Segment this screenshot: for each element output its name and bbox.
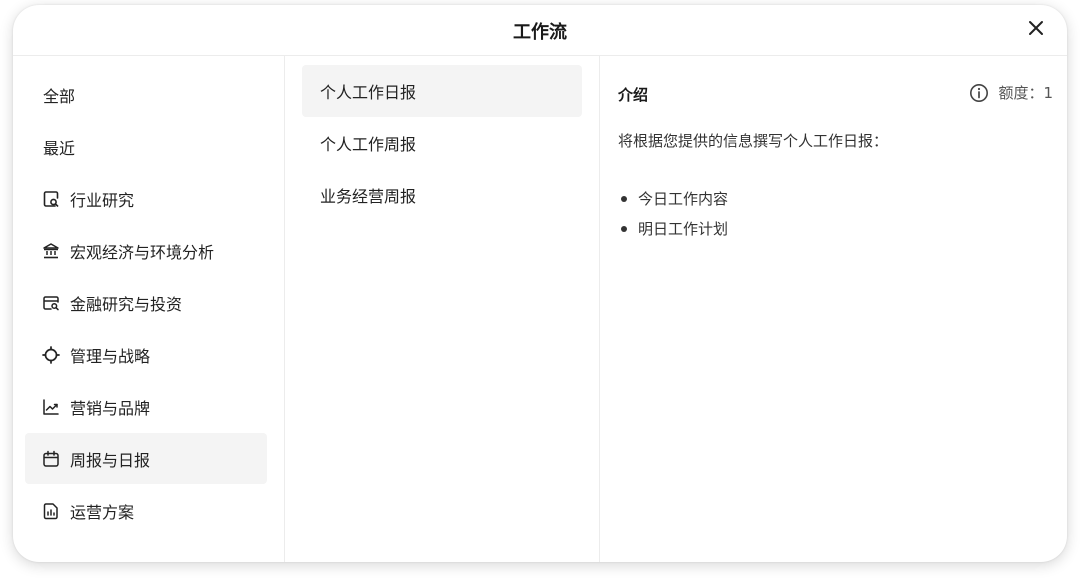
list-item: 明日工作计划 — [618, 214, 728, 244]
detail-bullet-list: 今日工作内容 明日工作计划 — [618, 184, 728, 244]
quota-text: 额度：1 — [998, 84, 1053, 102]
crosshair-icon — [42, 345, 60, 364]
category-item-operations-plan[interactable]: 运营方案 — [25, 485, 267, 536]
category-label: 周报与日报 — [70, 450, 151, 470]
workflow-item-personal-daily-report[interactable]: 个人工作日报 — [302, 65, 582, 117]
dialog-header: 工作流 — [13, 5, 1067, 56]
category-label: 营销与品牌 — [70, 398, 151, 418]
category-item-industry-research[interactable]: 行业研究 — [25, 173, 267, 224]
workflow-detail-panel: 介绍 额度：1 将根据您提供的信息撰写个人工作日报： 今日工作内容 明日工作计划 — [600, 56, 1067, 562]
info-icon[interactable] — [969, 83, 989, 103]
category-item-macro-economy[interactable]: 宏观经济与环境分析 — [25, 225, 267, 276]
detail-title: 介绍 — [618, 86, 649, 104]
detail-description: 将根据您提供的信息撰写个人工作日报： — [618, 132, 889, 150]
workflow-label: 业务经营周报 — [320, 187, 417, 206]
document-search-icon — [42, 190, 60, 208]
category-label: 运营方案 — [70, 502, 135, 522]
category-item-weekly-daily-report[interactable]: 周报与日报 — [25, 433, 267, 484]
category-list: 全部 最近 行业研究 宏观经济与环境分析 金融研究与投资 管理与战略 营销与品牌… — [13, 56, 285, 562]
list-item: 今日工作内容 — [618, 184, 728, 214]
category-label: 最近 — [43, 138, 76, 158]
workflow-item-business-weekly-report[interactable]: 业务经营周报 — [302, 169, 582, 221]
category-item-marketing-brand[interactable]: 营销与品牌 — [25, 381, 267, 432]
category-label: 宏观经济与环境分析 — [70, 242, 215, 262]
category-item-all[interactable]: 全部 — [25, 69, 267, 120]
workflow-item-personal-weekly-report[interactable]: 个人工作周报 — [302, 117, 582, 169]
category-item-finance-investment[interactable]: 金融研究与投资 — [25, 277, 267, 328]
workflow-dialog: 工作流 全部 最近 行业研究 宏观经济与环境分析 金融研究与投资 管理与战略 营… — [13, 5, 1067, 562]
category-label: 管理与战略 — [70, 346, 151, 366]
workflow-label: 个人工作周报 — [320, 135, 417, 154]
trend-chart-icon — [42, 398, 60, 416]
card-search-icon — [42, 294, 60, 312]
bank-icon — [42, 242, 60, 260]
dialog-title: 工作流 — [513, 22, 567, 43]
category-label: 全部 — [43, 86, 76, 106]
category-label: 行业研究 — [70, 190, 135, 210]
report-document-icon — [42, 502, 60, 520]
category-label: 金融研究与投资 — [70, 294, 183, 314]
close-icon[interactable] — [1027, 19, 1045, 37]
workflow-label: 个人工作日报 — [320, 83, 417, 102]
quota-indicator: 额度：1 — [969, 82, 1053, 103]
calendar-icon — [42, 450, 60, 468]
category-item-management-strategy[interactable]: 管理与战略 — [25, 329, 267, 380]
workflow-list: 个人工作日报 个人工作周报 业务经营周报 — [285, 56, 600, 562]
category-item-recent[interactable]: 最近 — [25, 121, 267, 172]
